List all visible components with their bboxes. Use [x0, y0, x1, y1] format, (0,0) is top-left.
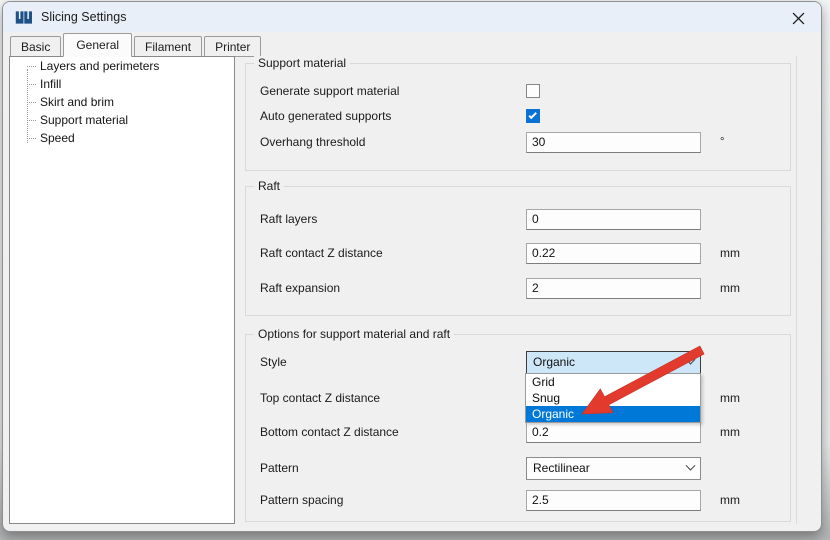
app-icon: [15, 10, 32, 25]
tree-item-label: Skirt and brim: [40, 95, 114, 109]
tree-item-label: Support material: [40, 113, 128, 127]
tab-general-label: General: [76, 38, 119, 52]
dropdown-item-grid[interactable]: Grid: [526, 374, 700, 390]
bottom-contact-z-distance-input[interactable]: [526, 422, 701, 443]
pattern-label: Pattern: [260, 461, 526, 475]
top-contact-z-distance-label: Top contact Z distance: [260, 391, 526, 405]
raft-contact-z-distance-unit: mm: [720, 246, 740, 260]
raft-expansion-input[interactable]: [526, 278, 701, 299]
raft-expansion-unit: mm: [720, 281, 740, 295]
raft-layers-input[interactable]: [526, 209, 701, 230]
style-combobox[interactable]: Organic: [526, 351, 701, 374]
tab-bar: Basic General Filament Printer: [10, 33, 263, 57]
top-contact-z-distance-unit: mm: [720, 391, 740, 405]
style-dropdown-list: Grid Snug Organic: [525, 373, 701, 423]
raft-contact-z-distance-label: Raft contact Z distance: [260, 246, 526, 260]
pattern-combobox[interactable]: Rectilinear: [526, 457, 701, 480]
overhang-threshold-unit: °: [720, 136, 724, 148]
tree-item-layers-and-perimeters[interactable]: Layers and perimeters: [10, 57, 234, 75]
group-options-title: Options for support material and raft: [254, 327, 454, 341]
pattern-spacing-label: Pattern spacing: [260, 493, 526, 507]
window-title: Slicing Settings: [41, 10, 126, 24]
chevron-down-icon: [686, 354, 696, 364]
auto-generated-supports-label: Auto generated supports: [260, 109, 526, 123]
tree-item-infill[interactable]: Infill: [10, 75, 234, 93]
tree-branch-line: [27, 102, 36, 103]
raft-layers-label: Raft layers: [260, 212, 526, 226]
check-icon: [528, 111, 536, 119]
tree-branch-line: [27, 120, 36, 121]
slicing-settings-dialog: Slicing Settings Basic General Filament …: [2, 1, 822, 532]
tree-branch-line: [27, 84, 36, 85]
tree-item-label: Layers and perimeters: [40, 59, 159, 73]
tree-branch-line: [27, 66, 36, 67]
group-options-support-raft: Options for support material and raft St…: [245, 334, 791, 522]
style-label: Style: [260, 355, 526, 369]
tab-printer-label: Printer: [215, 40, 250, 54]
chevron-down-icon: [686, 460, 696, 470]
group-support-material: Support material Generate support materi…: [245, 63, 791, 171]
settings-tree-panel: Layers and perimeters Infill Skirt and b…: [9, 56, 235, 524]
generate-support-material-checkbox[interactable]: [526, 84, 540, 98]
titlebar: Slicing Settings: [3, 2, 821, 32]
tree-item-support-material[interactable]: Support material: [10, 111, 234, 129]
tab-printer[interactable]: Printer: [204, 36, 261, 57]
tab-filament[interactable]: Filament: [134, 36, 202, 57]
bottom-contact-z-distance-label: Bottom contact Z distance: [260, 425, 526, 439]
tree-branch-line: [27, 138, 36, 139]
dropdown-item-snug[interactable]: Snug: [526, 390, 700, 406]
raft-expansion-label: Raft expansion: [260, 281, 526, 295]
bottom-contact-z-distance-unit: mm: [720, 425, 740, 439]
tree-item-speed[interactable]: Speed: [10, 129, 234, 147]
pattern-spacing-unit: mm: [720, 493, 740, 507]
tree-item-skirt-and-brim[interactable]: Skirt and brim: [10, 93, 234, 111]
tab-basic-label: Basic: [21, 40, 50, 54]
pattern-spacing-input[interactable]: [526, 490, 701, 511]
pattern-combobox-value: Rectilinear: [533, 461, 590, 475]
raft-contact-z-distance-input[interactable]: [526, 243, 701, 264]
style-combobox-value: Organic: [533, 355, 575, 369]
auto-generated-supports-checkbox[interactable]: [526, 109, 540, 123]
group-support-material-title: Support material: [254, 56, 350, 70]
close-icon: [792, 12, 805, 25]
group-raft-title: Raft: [254, 179, 284, 193]
overhang-threshold-label: Overhang threshold: [260, 135, 526, 149]
overhang-threshold-input[interactable]: [526, 132, 701, 153]
dropdown-item-organic[interactable]: Organic: [526, 406, 700, 422]
generate-support-material-label: Generate support material: [260, 84, 526, 98]
tab-general[interactable]: General: [63, 33, 132, 57]
tab-basic[interactable]: Basic: [10, 36, 61, 57]
tree-item-label: Speed: [40, 131, 75, 145]
tab-filament-label: Filament: [145, 40, 191, 54]
settings-panel-right-edge: [796, 56, 797, 524]
close-button[interactable]: [789, 9, 807, 27]
tree-item-label: Infill: [40, 77, 61, 91]
group-raft: Raft Raft layers Raft contact Z distance…: [245, 186, 791, 316]
